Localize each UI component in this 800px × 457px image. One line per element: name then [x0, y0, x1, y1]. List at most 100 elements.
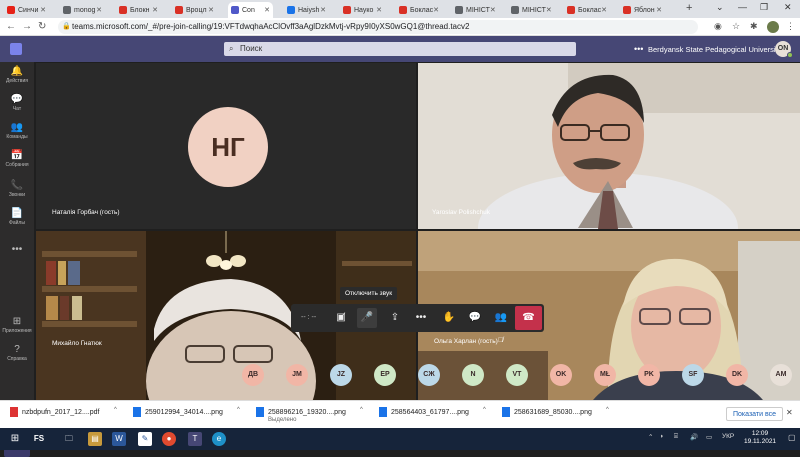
url-field[interactable]: 🔒 teams.microsoft.com/_#/pre-join-callin…: [58, 20, 698, 34]
system-clock[interactable]: 12:09 19.11.2021: [744, 430, 776, 446]
browser-tab[interactable]: monog ✕: [60, 2, 105, 18]
download-item[interactable]: 259012994_34014....png ^: [133, 407, 240, 417]
chat-icon[interactable]: 💬: [465, 308, 485, 328]
browser-tab[interactable]: Яблон ✕: [620, 2, 665, 18]
tray-network-icon[interactable]: ⌸: [674, 433, 678, 441]
tab-close-icon[interactable]: ✕: [96, 6, 102, 14]
tab-close-icon[interactable]: ✕: [208, 6, 214, 14]
download-item[interactable]: 258631689_85030....png ^: [502, 407, 609, 417]
rail-item-calendar[interactable]: 📅 Собрания: [0, 150, 34, 169]
browser-tab[interactable]: Блокн ✕: [116, 2, 161, 18]
show-all-downloads-button[interactable]: Показати все: [726, 407, 783, 421]
download-menu-chevron-icon[interactable]: ^: [114, 407, 117, 413]
tray-battery-icon[interactable]: ▭: [706, 433, 712, 441]
participants-icon[interactable]: 👥: [491, 308, 511, 328]
tab-close-icon[interactable]: ✕: [546, 6, 552, 14]
reload-icon[interactable]: ↻: [38, 21, 46, 32]
participant-chip[interactable]: PK: [638, 364, 660, 386]
tab-close-icon[interactable]: ✕: [320, 6, 326, 14]
rail-item-more[interactable]: •••: [0, 244, 34, 256]
tray-sound-icon[interactable]: ◗: [660, 433, 664, 440]
participant-chip[interactable]: AM: [770, 364, 792, 386]
camera-off-icon[interactable]: ▣̸: [331, 308, 351, 328]
word-icon[interactable]: W: [112, 432, 126, 446]
maximize-icon[interactable]: ❐: [760, 2, 768, 13]
close-window-icon[interactable]: ✕: [784, 2, 792, 13]
tab-close-icon[interactable]: ✕: [40, 6, 46, 14]
edge-icon[interactable]: e: [212, 432, 226, 446]
forward-icon[interactable]: →: [22, 21, 32, 32]
microphone-icon[interactable]: 🎤: [357, 308, 377, 328]
new-tab-button[interactable]: +: [686, 2, 692, 14]
video-tile-2[interactable]: Yaroslav Polishchuk: [418, 63, 800, 229]
raise-hand-icon[interactable]: ✋: [439, 308, 459, 328]
windows-start-icon[interactable]: ⊞: [8, 432, 22, 446]
browser-tab[interactable]: Науко ✕: [340, 2, 385, 18]
browser-tab[interactable]: Синчи ✕: [4, 2, 49, 18]
tray-volume-icon[interactable]: 🔊: [690, 433, 698, 441]
tab-search-icon[interactable]: ⌄: [716, 2, 724, 13]
rail-item-files[interactable]: 📄 Файлы: [0, 208, 34, 227]
chrome-icon[interactable]: ●: [162, 432, 176, 446]
language-indicator[interactable]: УКР: [722, 433, 734, 440]
share-screen-icon[interactable]: ⇪: [385, 308, 405, 328]
profile-avatar[interactable]: [767, 21, 779, 33]
notifications-icon[interactable]: ▢: [788, 433, 796, 442]
download-menu-chevron-icon[interactable]: ^: [606, 407, 609, 413]
close-shelf-icon[interactable]: ✕: [786, 408, 793, 417]
participant-chip[interactable]: ДВ: [242, 364, 264, 386]
tab-close-icon[interactable]: ✕: [264, 6, 270, 14]
browser-tab[interactable]: МІНІСТ ✕: [452, 2, 497, 18]
participant-chip[interactable]: EP: [374, 364, 396, 386]
file-explorer-icon[interactable]: 🗀: [62, 432, 76, 446]
tab-close-icon[interactable]: ✕: [601, 6, 607, 14]
app-icon[interactable]: ▤: [88, 432, 102, 446]
participant-chip[interactable]: JZ: [330, 364, 352, 386]
participant-chip[interactable]: СЖ: [418, 364, 440, 386]
browser-tab[interactable]: Haiysh ✕: [284, 2, 329, 18]
teams-taskbar-icon[interactable]: T: [188, 432, 202, 446]
participant-chip[interactable]: JM: [286, 364, 308, 386]
download-item[interactable]: 258564403_61797....png ^: [379, 407, 486, 417]
rail-item-help[interactable]: ? Справка: [0, 344, 34, 363]
tab-close-icon[interactable]: ✕: [376, 6, 382, 14]
fs-app-icon[interactable]: FS: [32, 432, 46, 446]
rail-item-teams[interactable]: 👥 Команды: [0, 122, 34, 141]
tab-close-icon[interactable]: ✕: [152, 6, 158, 14]
browser-tab[interactable]: Боклас ✕: [396, 2, 441, 18]
participant-chip[interactable]: VT: [506, 364, 528, 386]
extensions-icon[interactable]: ✱: [750, 21, 758, 32]
document-icon[interactable]: ✎: [138, 432, 152, 446]
download-menu-chevron-icon[interactable]: ^: [483, 407, 486, 413]
browser-tab[interactable]: МІНІСТ ✕: [508, 2, 553, 18]
minimize-icon[interactable]: —: [738, 2, 747, 12]
hang-up-button[interactable]: ☎: [515, 306, 542, 330]
tab-close-icon[interactable]: ✕: [656, 6, 662, 14]
more-options-icon[interactable]: •••: [634, 44, 643, 54]
rail-item-calls[interactable]: 📞 Звонки: [0, 180, 34, 199]
download-item[interactable]: 258896216_19320....png Выделено ^: [256, 407, 363, 423]
download-menu-chevron-icon[interactable]: ^: [237, 407, 240, 413]
participant-chip[interactable]: МŁ: [594, 364, 616, 386]
download-item[interactable]: nzbdpufn_2017_12....pdf ^: [10, 407, 117, 417]
tray-chevron-icon[interactable]: ⌃: [648, 433, 653, 441]
tab-close-icon[interactable]: ✕: [490, 6, 496, 14]
video-tile-1[interactable]: НГ Наталія Горбач (гость): [36, 63, 416, 229]
bookmark-icon[interactable]: ☆: [732, 21, 740, 32]
more-actions-icon[interactable]: •••: [411, 308, 431, 328]
browser-tab[interactable]: Боклас ✕: [564, 2, 609, 18]
download-menu-chevron-icon[interactable]: ^: [360, 407, 363, 413]
rail-item-apps[interactable]: ⊞ Приложения: [0, 316, 34, 335]
participant-chip[interactable]: N: [462, 364, 484, 386]
browser-tab[interactable]: Вроцл ✕: [172, 2, 217, 18]
video-indicator-icon[interactable]: ◉: [714, 21, 722, 32]
rail-item-chat[interactable]: 💬 Чат: [0, 94, 34, 113]
participant-chip[interactable]: SF: [682, 364, 704, 386]
browser-tab[interactable]: Con ✕: [228, 2, 273, 18]
search-input[interactable]: ⌕ Поиск: [224, 42, 576, 56]
back-icon[interactable]: ←: [6, 21, 16, 32]
tab-close-icon[interactable]: ✕: [433, 6, 439, 14]
participant-chip[interactable]: DK: [726, 364, 748, 386]
rail-item-bell[interactable]: 🔔 Действия: [0, 66, 34, 85]
browser-menu-icon[interactable]: ⋮: [786, 21, 795, 32]
